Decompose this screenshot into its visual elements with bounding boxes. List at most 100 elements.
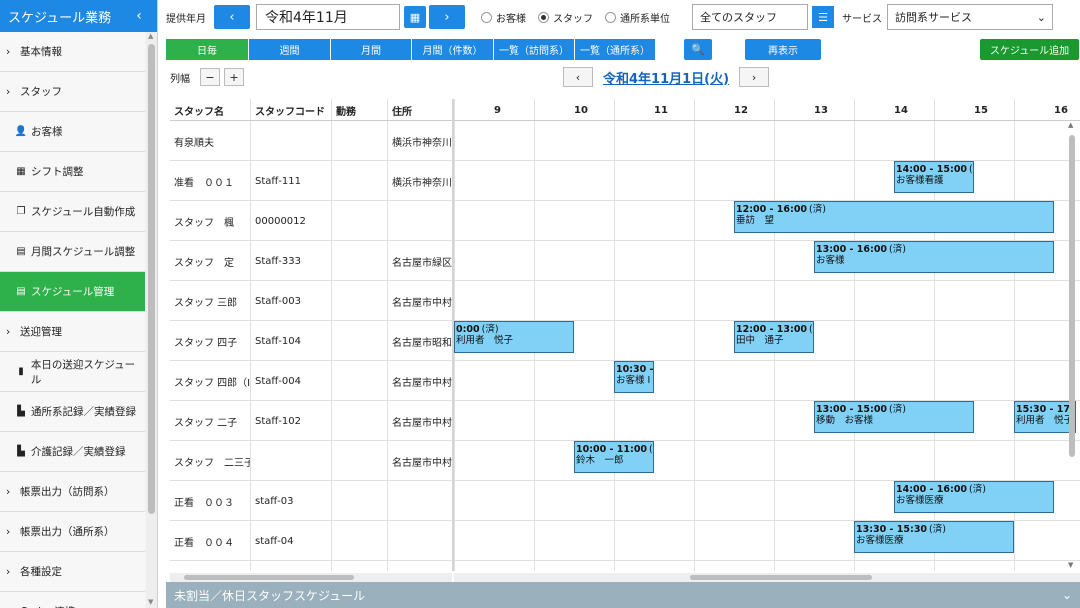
right-hscrollbar[interactable] (454, 573, 1080, 582)
sidebar-item-14[interactable]: ›Caring連携 (0, 592, 145, 608)
service-label: サービス (842, 13, 882, 25)
calendar-picker-icon[interactable]: ▦ (404, 6, 426, 28)
hour-label: 15 (974, 104, 988, 116)
schedule-event[interactable]: 12:00 - 13:00(済田中 通子 (734, 321, 814, 353)
redisplay-button[interactable]: 再表示 (745, 39, 821, 60)
tab-3[interactable]: 月間（件数） (412, 39, 493, 60)
sidebar-item-label: 帳票出力（訪問系） (20, 486, 115, 498)
unassigned-schedule-bar[interactable]: 未割当／休日スタッフスケジュール ⌄ (166, 582, 1080, 608)
document-icon: ▙ (17, 406, 25, 417)
sidebar-item-4[interactable]: ❐ スケジュール自動作成 (0, 192, 145, 232)
sidebar-item-6[interactable]: ▤ スケジュール管理 (0, 272, 145, 312)
staff-code-cell: Staff-004 (255, 375, 301, 387)
tab-4[interactable]: 一覧（訪問系） (494, 39, 574, 60)
service-select[interactable]: 訪問系サービス ⌄ (887, 4, 1053, 30)
sidebar-item-10[interactable]: ▙ 介護記録／実績登録 (0, 432, 145, 472)
schedule-event[interactable]: 13:00 - 15:00 (済) 移動 お客様 (814, 401, 974, 433)
radio-label: お客様 (496, 13, 526, 25)
tab-1[interactable]: 週間 (249, 39, 330, 60)
list-icon[interactable]: ☰ (812, 6, 834, 28)
collapse-chevron-icon[interactable]: ‹ (129, 6, 149, 26)
sidebar-item-8[interactable]: ▮ 本日の送迎スケジュール (0, 352, 145, 392)
table-row[interactable]: スタッフ 四子 Staff-104 名古屋市昭和 (170, 321, 1080, 361)
sidebar-item-12[interactable]: › 帳票出力（通所系） (0, 512, 145, 552)
sidebar-item-11[interactable]: › 帳票出力（訪問系） (0, 472, 145, 512)
sidebar-item-7[interactable]: › 送迎管理 (0, 312, 145, 352)
column-widen-button[interactable]: + (224, 68, 244, 86)
sidebar-title: スケジュール業務 (8, 10, 112, 26)
schedule-event[interactable]: 0:00 (済) 利用者 悦子 (454, 321, 574, 353)
sidebar-scroll-thumb[interactable] (148, 44, 155, 514)
header-work[interactable]: 勤務 (332, 99, 387, 121)
header-staff-code[interactable]: スタッフコード (251, 99, 331, 121)
month-field[interactable]: 令和4年11月 (256, 4, 400, 30)
sidebar-item-3[interactable]: ▦ シフト調整 (0, 152, 145, 192)
work-cell (332, 201, 387, 241)
next-day-button[interactable]: › (739, 67, 770, 87)
schedule-event[interactable]: 10:30 - お客様 I (614, 361, 654, 393)
table-row[interactable]: 有泉順夫 横浜市神奈川 (170, 121, 1080, 161)
tab-5[interactable]: 一覧（通所系） (575, 39, 655, 60)
left-hscrollbar[interactable] (170, 573, 452, 582)
scroll-down-icon[interactable]: ▼ (1068, 561, 1073, 569)
address-cell: 名古屋市中村 (392, 457, 452, 469)
table-row[interactable]: スタッフ 三郎 Staff-003 名古屋市中村 (170, 281, 1080, 321)
add-schedule-button[interactable]: スケジュール追加 (980, 39, 1079, 60)
radio-1[interactable]: スタッフ (538, 10, 593, 25)
search-button[interactable]: 🔍 (684, 39, 712, 60)
sidebar-item-5[interactable]: ▤ 月間スケジュール調整 (0, 232, 145, 272)
work-cell (332, 401, 387, 441)
sidebar-item-9[interactable]: ▙ 通所系記録／実績登録 (0, 392, 145, 432)
current-day-link[interactable]: 令和4年11月1日(火) (603, 68, 729, 87)
radio-dot-icon[interactable] (538, 11, 549, 23)
sidebar-item-1[interactable]: › スタッフ (0, 72, 145, 112)
sidebar-item-0[interactable]: › 基本情報 (0, 32, 145, 72)
event-status: (済 (809, 324, 813, 335)
schedule-event[interactable]: 13:00 - 16:00 (済) お客様 (814, 241, 1054, 273)
scroll-up-icon[interactable]: ▲ (1068, 121, 1073, 129)
sidebar: スケジュール業務 ‹ › 基本情報 › スタッフ 👤 お客様 ▦ シフト調整 ❐ スケジュール自動… (0, 0, 158, 608)
sidebar-scrollbar[interactable]: ▲ ▼ (146, 32, 157, 608)
sidebar-item-2[interactable]: 👤 お客様 (0, 112, 145, 152)
work-cell (332, 121, 387, 161)
event-status: (済) (889, 244, 906, 255)
schedule-event[interactable]: 13:30 - 15:30 (済) お客様医療 (854, 521, 1014, 553)
expand-chevron-icon[interactable]: ⌄ (1062, 588, 1072, 602)
radio-dot-icon[interactable] (481, 11, 492, 23)
scroll-down-icon[interactable]: ▼ (148, 598, 153, 606)
work-cell (332, 161, 387, 201)
schedule-event[interactable]: 14:00 - 15:00(済) お客様看護 (894, 161, 974, 193)
radio-2[interactable]: 通所系単位 (605, 10, 670, 25)
prev-day-button[interactable]: ‹ (563, 67, 593, 87)
timeline-vscrollbar[interactable]: ▲ ▼ (1066, 121, 1078, 571)
header-staff-name[interactable]: スタッフ名 (170, 99, 250, 121)
right-hscroll-thumb[interactable] (690, 575, 872, 580)
sidebar-menu: › 基本情報 › スタッフ 👤 お客様 ▦ シフト調整 ❐ スケジュール自動作成 ▤ 月間スケジュール… (0, 32, 145, 608)
event-client: 鈴木 一郎 (576, 455, 624, 466)
address-cell (388, 481, 452, 521)
column-width-control: 列幅 − + (170, 68, 244, 86)
column-narrow-button[interactable]: − (200, 68, 220, 86)
next-month-button[interactable]: › (429, 5, 465, 29)
event-time: 14:00 - 16:00 (896, 484, 968, 495)
tab-0[interactable]: 日毎 (166, 39, 248, 60)
schedule-event[interactable]: 10:00 - 11:00(済鈴木 一郎 (574, 441, 654, 473)
sidebar-item-label: 帳票出力（通所系） (20, 526, 115, 538)
radio-0[interactable]: お客様 (481, 10, 526, 25)
schedule-event[interactable]: 14:00 - 16:00 (済) お客様医療 (894, 481, 1054, 513)
tab-2[interactable]: 月間 (331, 39, 411, 60)
scroll-up-icon[interactable]: ▲ (148, 32, 153, 40)
timeline-vscroll-thumb[interactable] (1069, 135, 1075, 457)
staff-code-cell: 00000012 (255, 215, 306, 227)
sidebar-item-13[interactable]: › 各種設定 (0, 552, 145, 592)
header-address[interactable]: 住所 (388, 99, 452, 121)
prev-month-button[interactable]: ‹ (214, 5, 250, 29)
schedule-event[interactable]: 12:00 - 16:00 (済) 垂訪 望 (734, 201, 1054, 233)
left-hscroll-thumb[interactable] (184, 575, 354, 580)
staff-code-cell: staff-03 (255, 495, 294, 507)
radio-dot-icon[interactable] (605, 11, 616, 23)
staff-select[interactable]: 全てのスタッフ (692, 4, 808, 30)
staff-name-cell: 正看 ００３ (174, 497, 234, 509)
hour-label: 12 (734, 104, 748, 116)
hour-label: 10 (574, 104, 588, 116)
